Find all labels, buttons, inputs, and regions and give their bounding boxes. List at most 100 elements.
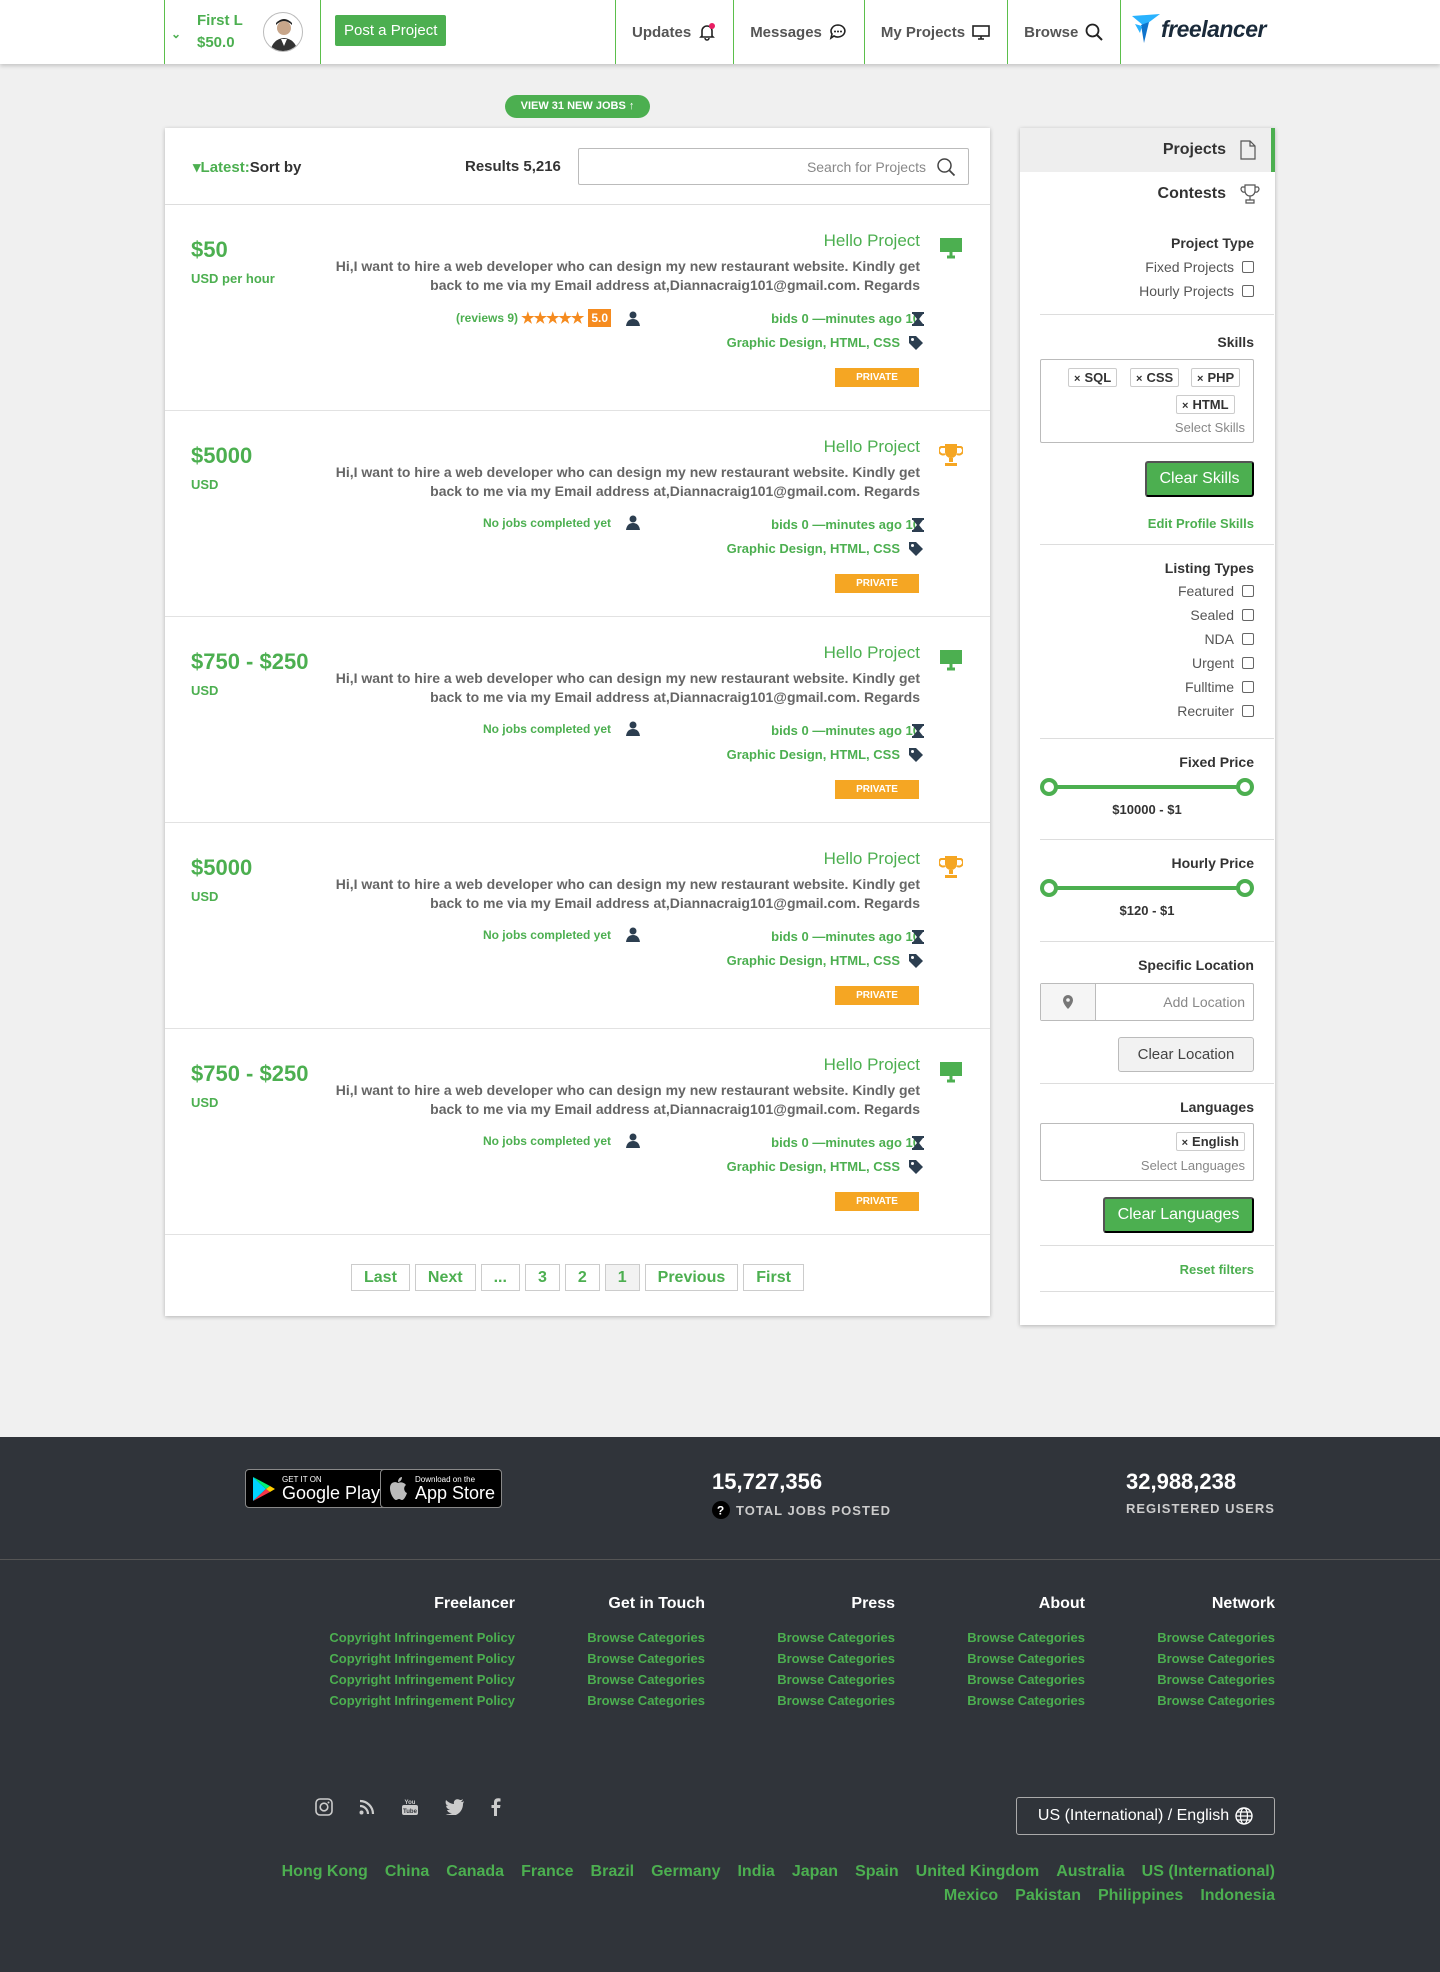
country-link[interactable]: Japan xyxy=(792,1860,838,1884)
checkbox[interactable] xyxy=(1242,657,1254,669)
instagram-icon[interactable] xyxy=(315,1798,333,1816)
search-icon[interactable] xyxy=(936,157,956,177)
post-project-button[interactable]: Post a Project xyxy=(335,15,447,46)
footer-link[interactable]: Browse Categories xyxy=(865,1690,1085,1711)
page-previous[interactable]: Previous xyxy=(644,1264,739,1291)
country-link[interactable]: Canada xyxy=(446,1860,504,1884)
tab-contests[interactable]: Contests xyxy=(1020,172,1275,216)
checkbox[interactable] xyxy=(1242,609,1254,621)
country-link[interactable]: Hong Kong xyxy=(282,1860,368,1884)
reset-filters-link[interactable]: Reset filters xyxy=(1180,1262,1254,1277)
facebook-icon[interactable] xyxy=(491,1798,501,1816)
page-ellipsis[interactable]: ... xyxy=(480,1264,520,1291)
sealed-checkbox[interactable]: Sealed xyxy=(1190,607,1254,623)
footer-link[interactable]: Copyright Infringement Policy xyxy=(295,1669,515,1690)
footer-link[interactable]: Browse Categories xyxy=(675,1669,895,1690)
country-link[interactable]: India xyxy=(737,1860,774,1884)
app-store-badge[interactable]: Download on the App Store xyxy=(380,1469,503,1508)
languages-select[interactable]: × English Select Languages xyxy=(1040,1123,1254,1181)
language-selector[interactable]: US (International) / English xyxy=(1016,1797,1275,1835)
slider-handle-max[interactable] xyxy=(1236,879,1254,897)
country-link[interactable]: China xyxy=(385,1860,429,1884)
project-title[interactable]: Hello Project xyxy=(824,231,920,251)
footer-link[interactable]: Browse Categories xyxy=(675,1627,895,1648)
page-first[interactable]: First xyxy=(743,1264,804,1291)
nav-messages[interactable]: Messages xyxy=(733,0,864,64)
page-next[interactable]: Next xyxy=(414,1264,476,1291)
footer-link[interactable]: Copyright Infringement Policy xyxy=(295,1648,515,1669)
checkbox[interactable] xyxy=(1242,705,1254,717)
location-input[interactable]: Add Location xyxy=(1040,983,1254,1021)
country-link[interactable]: Australia xyxy=(1056,1860,1124,1884)
project-title[interactable]: Hello Project xyxy=(824,849,920,869)
footer-link[interactable]: Browse Categories xyxy=(1055,1669,1275,1690)
skill-chip[interactable]: × SQL xyxy=(1068,368,1118,387)
language-chip[interactable]: × English xyxy=(1175,1132,1245,1151)
checkbox[interactable] xyxy=(1242,285,1254,297)
country-link[interactable]: Mexico xyxy=(944,1884,998,1908)
twitter-icon[interactable] xyxy=(445,1799,465,1815)
nav-updates[interactable]: Updates xyxy=(615,0,733,64)
footer-link[interactable]: Browse Categories xyxy=(485,1627,705,1648)
skill-chip[interactable]: × PHP xyxy=(1191,368,1241,387)
footer-link[interactable]: Browse Categories xyxy=(865,1648,1085,1669)
sort-dropdown[interactable]: ▾Latest:Sort by xyxy=(193,158,301,176)
avatar[interactable] xyxy=(262,12,303,52)
checkbox[interactable] xyxy=(1242,585,1254,597)
footer-link[interactable]: Browse Categories xyxy=(865,1669,1085,1690)
recruiter-checkbox[interactable]: Recruiter xyxy=(1177,703,1254,719)
view-new-jobs-button[interactable]: VIEW 31 NEW JOBS ↑ xyxy=(505,95,650,118)
search-input[interactable]: Search for Projects xyxy=(578,148,969,185)
country-link[interactable]: France xyxy=(521,1860,573,1884)
country-link[interactable]: Philippines xyxy=(1098,1884,1183,1908)
tab-projects[interactable]: Projects xyxy=(1020,128,1275,172)
chevron-down-icon[interactable]: ⌄ xyxy=(165,27,187,41)
project-card[interactable]: $750 - $250 USD Hello Project Hi,I want … xyxy=(165,1029,990,1235)
freelancer-logo[interactable]: freelancer xyxy=(1131,13,1266,45)
page-1[interactable]: 1 xyxy=(604,1264,640,1291)
project-title[interactable]: Hello Project xyxy=(824,437,920,457)
hourly-projects-checkbox[interactable]: Hourly Projects xyxy=(1139,283,1254,299)
country-link[interactable]: Pakistan xyxy=(1015,1884,1081,1908)
footer-link[interactable]: Copyright Infringement Policy xyxy=(295,1690,515,1711)
footer-link[interactable]: Browse Categories xyxy=(1055,1690,1275,1711)
edit-profile-skills-link[interactable]: Edit Profile Skills xyxy=(1148,516,1254,531)
project-card[interactable]: $5000 USD Hello Project Hi,I want to hir… xyxy=(165,823,990,1029)
project-title[interactable]: Hello Project xyxy=(824,1055,920,1075)
urgent-checkbox[interactable]: Urgent xyxy=(1192,655,1254,671)
page-2[interactable]: 2 xyxy=(564,1264,600,1291)
checkbox[interactable] xyxy=(1242,681,1254,693)
footer-link[interactable]: Browse Categories xyxy=(675,1690,895,1711)
footer-link[interactable]: Browse Categories xyxy=(485,1669,705,1690)
country-link[interactable]: United Kingdom xyxy=(916,1860,1040,1884)
footer-link[interactable]: Browse Categories xyxy=(865,1627,1085,1648)
footer-link[interactable]: Browse Categories xyxy=(485,1648,705,1669)
google-play-badge[interactable]: GET IT ON Google Play xyxy=(245,1469,388,1508)
slider-handle-max[interactable] xyxy=(1236,778,1254,796)
slider-handle-min[interactable] xyxy=(1040,778,1058,796)
country-link[interactable]: Spain xyxy=(855,1860,899,1884)
footer-link[interactable]: Browse Categories xyxy=(675,1648,895,1669)
clear-languages-button[interactable]: Clear Languages xyxy=(1103,1197,1254,1233)
project-card[interactable]: $50 USD per hour Hello Project Hi,I want… xyxy=(165,205,990,411)
country-link[interactable]: US (International) xyxy=(1142,1860,1275,1884)
slider-handle-min[interactable] xyxy=(1040,879,1058,897)
page-3[interactable]: 3 xyxy=(524,1264,560,1291)
checkbox[interactable] xyxy=(1242,261,1254,273)
fixed-projects-checkbox[interactable]: Fixed Projects xyxy=(1145,259,1254,275)
hourly-price-slider[interactable] xyxy=(1040,879,1254,897)
clear-skills-button[interactable]: Clear Skills xyxy=(1145,461,1254,497)
nav-my-projects[interactable]: My Projects xyxy=(863,0,1007,64)
project-card[interactable]: $750 - $250 USD Hello Project Hi,I want … xyxy=(165,617,990,823)
country-link[interactable]: Germany xyxy=(651,1860,720,1884)
nda-checkbox[interactable]: NDA xyxy=(1204,631,1254,647)
fulltime-checkbox[interactable]: Fulltime xyxy=(1185,679,1254,695)
project-card[interactable]: $5000 USD Hello Project Hi,I want to hir… xyxy=(165,411,990,617)
project-title[interactable]: Hello Project xyxy=(824,643,920,663)
page-last[interactable]: Last xyxy=(351,1264,410,1291)
checkbox[interactable] xyxy=(1242,633,1254,645)
country-link[interactable]: Indonesia xyxy=(1200,1884,1275,1908)
rss-icon[interactable] xyxy=(359,1799,375,1815)
skill-chip[interactable]: × CSS xyxy=(1130,368,1180,387)
skills-select[interactable]: × SQL × CSS × PHP × HTML Select Skills xyxy=(1040,359,1254,443)
